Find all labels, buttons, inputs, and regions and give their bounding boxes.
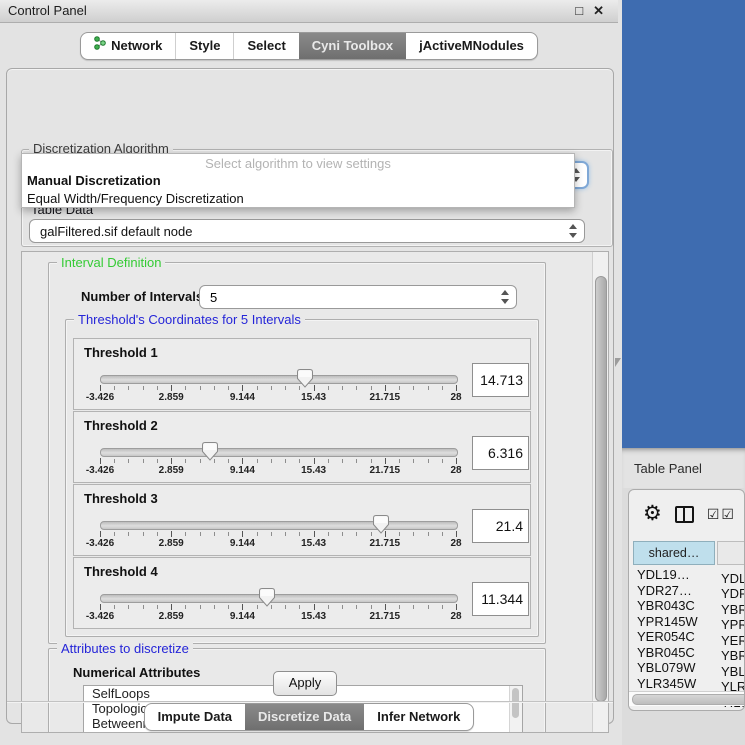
table-row[interactable]: YBL079WYBL079W xyxy=(629,660,745,676)
tab-jactivemnodules-label: jActiveMNodules xyxy=(419,33,524,59)
threshold-value[interactable]: 11.344 xyxy=(472,582,529,616)
attributes-group-title: Attributes to discretize xyxy=(57,641,193,656)
dropdown-option-equal-width[interactable]: Equal Width/Frequency Discretization xyxy=(22,190,574,208)
threshold-label: Threshold 4 xyxy=(84,564,158,579)
interval-group-title: Interval Definition xyxy=(57,255,165,270)
cell-shared-name[interactable]: YDR27… xyxy=(629,583,717,599)
top-tab-bar: Network Style Select Cyni Toolbox jActiv… xyxy=(0,32,618,60)
settings-scrollbar[interactable] xyxy=(592,252,608,732)
control-panel-titlebar: Control Panel □ ✕ xyxy=(0,0,618,23)
algorithm-dropdown-popup: Select algorithm to view settings Manual… xyxy=(21,153,575,208)
network-icon xyxy=(94,33,106,59)
table-row[interactable]: YDR27…YDR27 xyxy=(629,583,745,599)
cell-shared-name[interactable]: YPR145W xyxy=(629,614,717,630)
tab-cyni-toolbox-label: Cyni Toolbox xyxy=(312,33,393,59)
scrollbar-thumb[interactable] xyxy=(632,694,745,705)
threshold-slider-thumb[interactable] xyxy=(297,369,313,388)
columns-icon[interactable] xyxy=(675,506,694,523)
threshold-value[interactable]: 6.316 xyxy=(472,436,529,470)
tab-jactivemnodules[interactable]: jActiveMNodules xyxy=(406,33,537,59)
stepper-icon xyxy=(568,224,578,238)
threshold-slider-track[interactable] xyxy=(100,521,458,530)
tab-discretize-data[interactable]: Discretize Data xyxy=(245,704,364,730)
tab-impute-data-label: Impute Data xyxy=(158,704,232,730)
cell-shared-name[interactable]: YBL079W xyxy=(629,660,717,676)
thresholds-group: Threshold's Coordinates for 5 Intervals … xyxy=(65,319,539,637)
interval-definition-group: Interval Definition Number of Intervals … xyxy=(48,262,546,644)
tab-infer-network-label: Infer Network xyxy=(377,704,460,730)
tab-select-label: Select xyxy=(247,33,285,59)
threshold-slider-track[interactable] xyxy=(100,594,458,603)
threshold-slider-thumb[interactable] xyxy=(259,588,275,607)
column-header-shared-name[interactable]: shared… xyxy=(633,541,715,565)
table-panel-title: Table Panel xyxy=(634,461,702,476)
cell-shared-name[interactable]: YLR345W xyxy=(629,676,717,692)
threshold-label: Threshold 2 xyxy=(84,418,158,433)
threshold-value[interactable]: 21.4 xyxy=(472,509,529,543)
num-intervals-combobox[interactable]: 5 xyxy=(199,285,517,309)
num-intervals-value: 5 xyxy=(210,290,217,305)
stepper-icon xyxy=(500,290,510,304)
bottom-tab-bar: Impute Data Discretize Data Infer Networ… xyxy=(0,703,618,731)
table-header: shared… name xyxy=(629,541,745,565)
threshold-row: Threshold 3 -3.4262.8599.14415.4321.7152… xyxy=(73,484,531,556)
tab-network[interactable]: Network xyxy=(81,33,175,59)
tab-select[interactable]: Select xyxy=(233,33,298,59)
threshold-row: Threshold 4 -3.4262.8599.14415.4321.7152… xyxy=(73,557,531,629)
table-row[interactable]: YBR043CYBR043C xyxy=(629,598,745,614)
table-toolbar: ⚙ ☑☑ xyxy=(629,490,745,538)
scrollbar-thumb[interactable] xyxy=(595,276,607,702)
tab-network-label: Network xyxy=(111,33,162,59)
tab-discretize-data-label: Discretize Data xyxy=(258,704,351,730)
cell-shared-name[interactable]: YDL19… xyxy=(629,567,717,583)
threshold-slider-thumb[interactable] xyxy=(373,515,389,534)
control-panel-title: Control Panel xyxy=(8,0,87,22)
apply-button[interactable]: Apply xyxy=(273,671,337,696)
settings-scrollpane: Interval Definition Number of Intervals … xyxy=(21,251,609,733)
num-intervals-label: Number of Intervals xyxy=(81,289,203,304)
threshold-label: Threshold 3 xyxy=(84,491,158,506)
threshold-slider-track[interactable] xyxy=(100,448,458,457)
threshold-row: Threshold 1 -3.4262.8599.14415.4321.7152… xyxy=(73,338,531,410)
float-panel-icon[interactable]: □ xyxy=(575,4,583,18)
threshold-value[interactable]: 14.713 xyxy=(472,363,529,397)
network-window-frame[interactable]: GAL80GAL11GAL4GCY1HHAP2GC xyxy=(622,0,745,448)
table-horizontal-scrollbar[interactable] xyxy=(629,691,744,706)
cyni-toolbox-panel: Discretization Algorithm Select algorith… xyxy=(6,68,614,724)
table-row[interactable]: YBR045CYBR045C xyxy=(629,645,745,661)
table-panel: ⚙ ☑☑ shared… name YDL19…YDL19YDR27…YDR27… xyxy=(628,489,745,711)
tab-cyni-toolbox[interactable]: Cyni Toolbox xyxy=(299,33,406,59)
numerical-attributes-label: Numerical Attributes xyxy=(73,665,200,680)
close-panel-icon[interactable]: ✕ xyxy=(593,4,604,18)
table-row[interactable]: YER054CYER054C xyxy=(629,629,745,645)
table-row[interactable]: YPR145WYPR145W xyxy=(629,614,745,630)
threshold-slider-track[interactable] xyxy=(100,375,458,384)
table-data-combobox[interactable]: galFiltered.sif default node xyxy=(29,219,585,243)
column-header-name[interactable]: name xyxy=(717,541,745,565)
cell-shared-name[interactable]: YBR043C xyxy=(629,598,717,614)
dropdown-option-manual[interactable]: Manual Discretization xyxy=(22,172,574,190)
app-root: Control Panel □ ✕ Network Style Select C… xyxy=(0,0,745,745)
threshold-label: Threshold 1 xyxy=(84,345,158,360)
gear-icon[interactable]: ⚙ xyxy=(643,504,662,524)
cell-shared-name[interactable]: YBR045C xyxy=(629,645,717,661)
thresholds-group-title: Threshold's Coordinates for 5 Intervals xyxy=(74,312,305,327)
checkbox-icons[interactable]: ☑☑ xyxy=(707,506,736,522)
threshold-row: Threshold 2 -3.4262.8599.14415.4321.7152… xyxy=(73,411,531,483)
threshold-slider-thumb[interactable] xyxy=(202,442,218,461)
cell-shared-name[interactable]: YER054C xyxy=(629,629,717,645)
table-row[interactable]: YDL19…YDL19 xyxy=(629,567,745,583)
table-data-value: galFiltered.sif default node xyxy=(40,224,192,239)
tab-style[interactable]: Style xyxy=(175,33,233,59)
tab-style-label: Style xyxy=(189,33,220,59)
table-row[interactable]: YLR345WYLR345W xyxy=(629,676,745,692)
tab-impute-data[interactable]: Impute Data xyxy=(145,704,245,730)
mouse-cursor xyxy=(615,358,621,367)
dropdown-prompt: Select algorithm to view settings xyxy=(22,154,574,172)
tab-infer-network[interactable]: Infer Network xyxy=(364,704,473,730)
table-panel-titlebar: Table Panel xyxy=(622,448,745,488)
